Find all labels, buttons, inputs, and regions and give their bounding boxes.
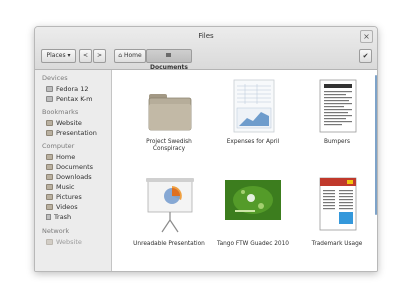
sidebar-item-label: Pictures (56, 193, 82, 201)
close-button[interactable]: × (360, 30, 373, 43)
sidebar-item-label: Documents (56, 163, 94, 171)
document-icon (319, 177, 357, 231)
file-manager-window: Files × Places ▾ < > ⌂ Home Documents ✔ … (34, 26, 378, 272)
sidebar-item-pictures[interactable]: Pictures (46, 193, 82, 202)
sidebar-item-label: Fedora 12 (56, 85, 89, 93)
file-item-presentation[interactable]: Unreadable Presentation (129, 176, 209, 266)
sidebar-item-label: Videos (56, 203, 78, 211)
folder-icon (148, 94, 192, 131)
scrollbar[interactable] (375, 75, 377, 215)
places-menu-button[interactable]: Places ▾ (41, 49, 76, 63)
sidebar-item-website[interactable]: Website (46, 119, 82, 128)
drive-icon (46, 86, 53, 92)
file-name: Trademark Usage (311, 241, 363, 247)
sidebar-item-pentax[interactable]: Pentax K-m (46, 95, 93, 104)
sidebar-item-label: Website (56, 119, 82, 127)
document-icon (319, 79, 357, 133)
presentation-icon (146, 178, 194, 233)
sidebar-section-bookmarks: Bookmarks (42, 108, 79, 116)
window-title: Files (198, 32, 214, 40)
sidebar-item-downloads[interactable]: Downloads (46, 173, 92, 182)
file-name: Expenses for April (226, 139, 280, 145)
folder-icon (46, 239, 53, 245)
spreadsheet-icon (233, 79, 275, 133)
breadcrumb-home[interactable]: ⌂ Home (114, 49, 146, 63)
check-button[interactable]: ✔ (359, 49, 372, 63)
sidebar: Devices Fedora 12 Pentax K-m Bookmarks W… (35, 70, 112, 271)
sidebar-item-label: Music (56, 183, 75, 191)
title-bar: Files × Places ▾ < > ⌂ Home Documents ✔ (35, 27, 377, 71)
breadcrumb-documents[interactable]: Documents (146, 49, 192, 71)
forward-button[interactable]: > (93, 49, 106, 63)
back-button[interactable]: < (79, 49, 92, 63)
sidebar-item-network-website[interactable]: Website (46, 238, 82, 247)
sidebar-item-label: Pentax K-m (56, 95, 93, 103)
sidebar-item-documents[interactable]: Documents (46, 163, 93, 172)
home-icon: ⌂ (118, 52, 123, 59)
breadcrumb-home-label: Home (124, 52, 142, 59)
sidebar-item-fedora[interactable]: Fedora 12 (46, 85, 88, 94)
sidebar-section-computer: Computer (42, 142, 75, 150)
file-item-document-bumpers[interactable]: Bumpers (297, 78, 377, 158)
folder-icon (165, 53, 171, 57)
sidebar-item-music[interactable]: Music (46, 183, 75, 192)
folder-icon (46, 130, 53, 136)
sidebar-item-presentation[interactable]: Presentation (46, 129, 97, 138)
file-name: Tango FTW Guadec 2010 (217, 241, 289, 247)
folder-icon (46, 174, 53, 180)
file-item-document-trademark[interactable]: Trademark Usage (297, 176, 377, 266)
file-name: Bumpers (324, 139, 350, 145)
folder-icon (46, 194, 53, 200)
folder-icon (46, 204, 53, 210)
image-icon (225, 180, 281, 220)
file-item-spreadsheet[interactable]: Expenses for April (213, 78, 293, 158)
file-item-image[interactable]: Tango FTW Guadec 2010 (213, 176, 293, 266)
sidebar-item-label: Presentation (56, 129, 97, 137)
sidebar-item-home[interactable]: Home (46, 153, 75, 162)
folder-icon (46, 154, 53, 160)
sidebar-item-trash[interactable]: Trash (46, 213, 71, 222)
file-grid: Project Swedish Conspiracy Expenses for … (112, 70, 377, 271)
folder-icon (46, 164, 53, 170)
sidebar-section-network: Network (42, 227, 70, 235)
camera-icon (46, 96, 53, 102)
file-name-line2: Conspiracy (152, 146, 186, 152)
sidebar-section-devices: Devices (42, 74, 68, 82)
sidebar-item-videos[interactable]: Videos (46, 203, 78, 212)
trash-icon (46, 214, 51, 220)
sidebar-item-label: Downloads (56, 173, 92, 181)
sidebar-item-label: Home (56, 153, 76, 161)
file-name: Unreadable Presentation (133, 241, 205, 247)
folder-icon (46, 120, 53, 126)
sidebar-item-label: Website (56, 238, 82, 246)
sidebar-item-label: Trash (54, 213, 72, 221)
folder-icon (46, 184, 53, 190)
file-item-folder[interactable]: Project Swedish Conspiracy (129, 78, 209, 158)
